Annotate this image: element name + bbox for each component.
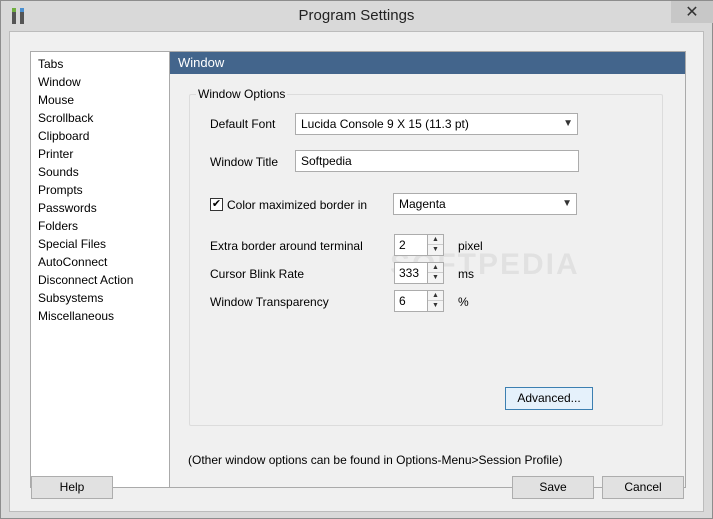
transparency-label: Window Transparency xyxy=(210,295,329,309)
color-border-checkbox[interactable]: ✔ xyxy=(210,198,223,211)
transparency-unit: % xyxy=(458,295,469,309)
category-list: Tabs Window Mouse Scrollback Clipboard P… xyxy=(30,51,170,488)
stepper-buttons: ▲ ▼ xyxy=(427,291,443,311)
save-button[interactable]: Save xyxy=(512,476,594,499)
transparency-value: 6 xyxy=(399,294,406,308)
window-title-value: Softpedia xyxy=(301,154,352,168)
extra-border-label: Extra border around terminal xyxy=(210,239,363,253)
increment-button[interactable]: ▲ xyxy=(428,291,443,301)
sidebar-item-folders[interactable]: Folders xyxy=(31,217,169,235)
sidebar-item-scrollback[interactable]: Scrollback xyxy=(31,109,169,127)
window-title-label: Window Title xyxy=(210,155,279,169)
transparency-stepper[interactable]: 6 ▲ ▼ xyxy=(394,290,444,312)
increment-button[interactable]: ▲ xyxy=(428,235,443,245)
decrement-button[interactable]: ▼ xyxy=(428,301,443,311)
default-font-select[interactable]: Lucida Console 9 X 15 (11.3 pt) ▼ xyxy=(295,113,578,135)
close-icon: ✕ xyxy=(685,4,699,21)
increment-button[interactable]: ▲ xyxy=(428,263,443,273)
border-color-value: Magenta xyxy=(399,197,446,211)
extra-border-unit: pixel xyxy=(458,239,483,253)
sidebar-item-prompts[interactable]: Prompts xyxy=(31,181,169,199)
cursor-blink-stepper[interactable]: 333 ▲ ▼ xyxy=(394,262,444,284)
sidebar-item-sounds[interactable]: Sounds xyxy=(31,163,169,181)
sidebar-item-tabs[interactable]: Tabs xyxy=(31,55,169,73)
stepper-buttons: ▲ ▼ xyxy=(427,263,443,283)
window-title-input[interactable]: Softpedia xyxy=(295,150,579,172)
advanced-button[interactable]: Advanced... xyxy=(505,387,593,410)
sidebar-item-printer[interactable]: Printer xyxy=(31,145,169,163)
sidebar-item-subsystems[interactable]: Subsystems xyxy=(31,289,169,307)
sidebar-item-autoconnect[interactable]: AutoConnect xyxy=(31,253,169,271)
dialog-body: Tabs Window Mouse Scrollback Clipboard P… xyxy=(9,31,704,512)
chevron-down-icon: ▼ xyxy=(562,198,572,209)
stepper-buttons: ▲ ▼ xyxy=(427,235,443,255)
decrement-button[interactable]: ▼ xyxy=(428,245,443,255)
color-border-label: Color maximized border in xyxy=(227,198,368,212)
cancel-button[interactable]: Cancel xyxy=(602,476,684,499)
sidebar-item-special-files[interactable]: Special Files xyxy=(31,235,169,253)
group-label: Window Options xyxy=(196,87,288,101)
decrement-button[interactable]: ▼ xyxy=(428,273,443,283)
panel-header: Window xyxy=(170,52,685,74)
footnote-text: (Other window options can be found in Op… xyxy=(188,453,563,467)
default-font-value: Lucida Console 9 X 15 (11.3 pt) xyxy=(301,117,469,131)
window-title: Program Settings xyxy=(298,7,415,24)
close-button[interactable]: ✕ xyxy=(671,1,713,23)
help-button[interactable]: Help xyxy=(31,476,113,499)
sidebar-item-clipboard[interactable]: Clipboard xyxy=(31,127,169,145)
sidebar-item-window[interactable]: Window xyxy=(31,73,169,91)
sidebar-item-passwords[interactable]: Passwords xyxy=(31,199,169,217)
sidebar-item-mouse[interactable]: Mouse xyxy=(31,91,169,109)
settings-panel: Window Window Options SOFTPEDIA Default … xyxy=(170,51,686,488)
default-font-label: Default Font xyxy=(210,117,276,131)
cursor-blink-unit: ms xyxy=(458,267,474,281)
sidebar-item-miscellaneous[interactable]: Miscellaneous xyxy=(31,307,169,325)
extra-border-value: 2 xyxy=(399,238,406,252)
title-bar: Program Settings ✕ xyxy=(1,1,713,31)
extra-border-stepper[interactable]: 2 ▲ ▼ xyxy=(394,234,444,256)
border-color-select[interactable]: Magenta ▼ xyxy=(393,193,577,215)
cursor-blink-label: Cursor Blink Rate xyxy=(210,267,305,281)
chevron-down-icon: ▼ xyxy=(563,118,573,129)
sidebar-item-disconnect-action[interactable]: Disconnect Action xyxy=(31,271,169,289)
cursor-blink-value: 333 xyxy=(399,266,420,280)
program-settings-window: Program Settings ✕ Tabs Window Mouse Scr… xyxy=(0,0,713,519)
